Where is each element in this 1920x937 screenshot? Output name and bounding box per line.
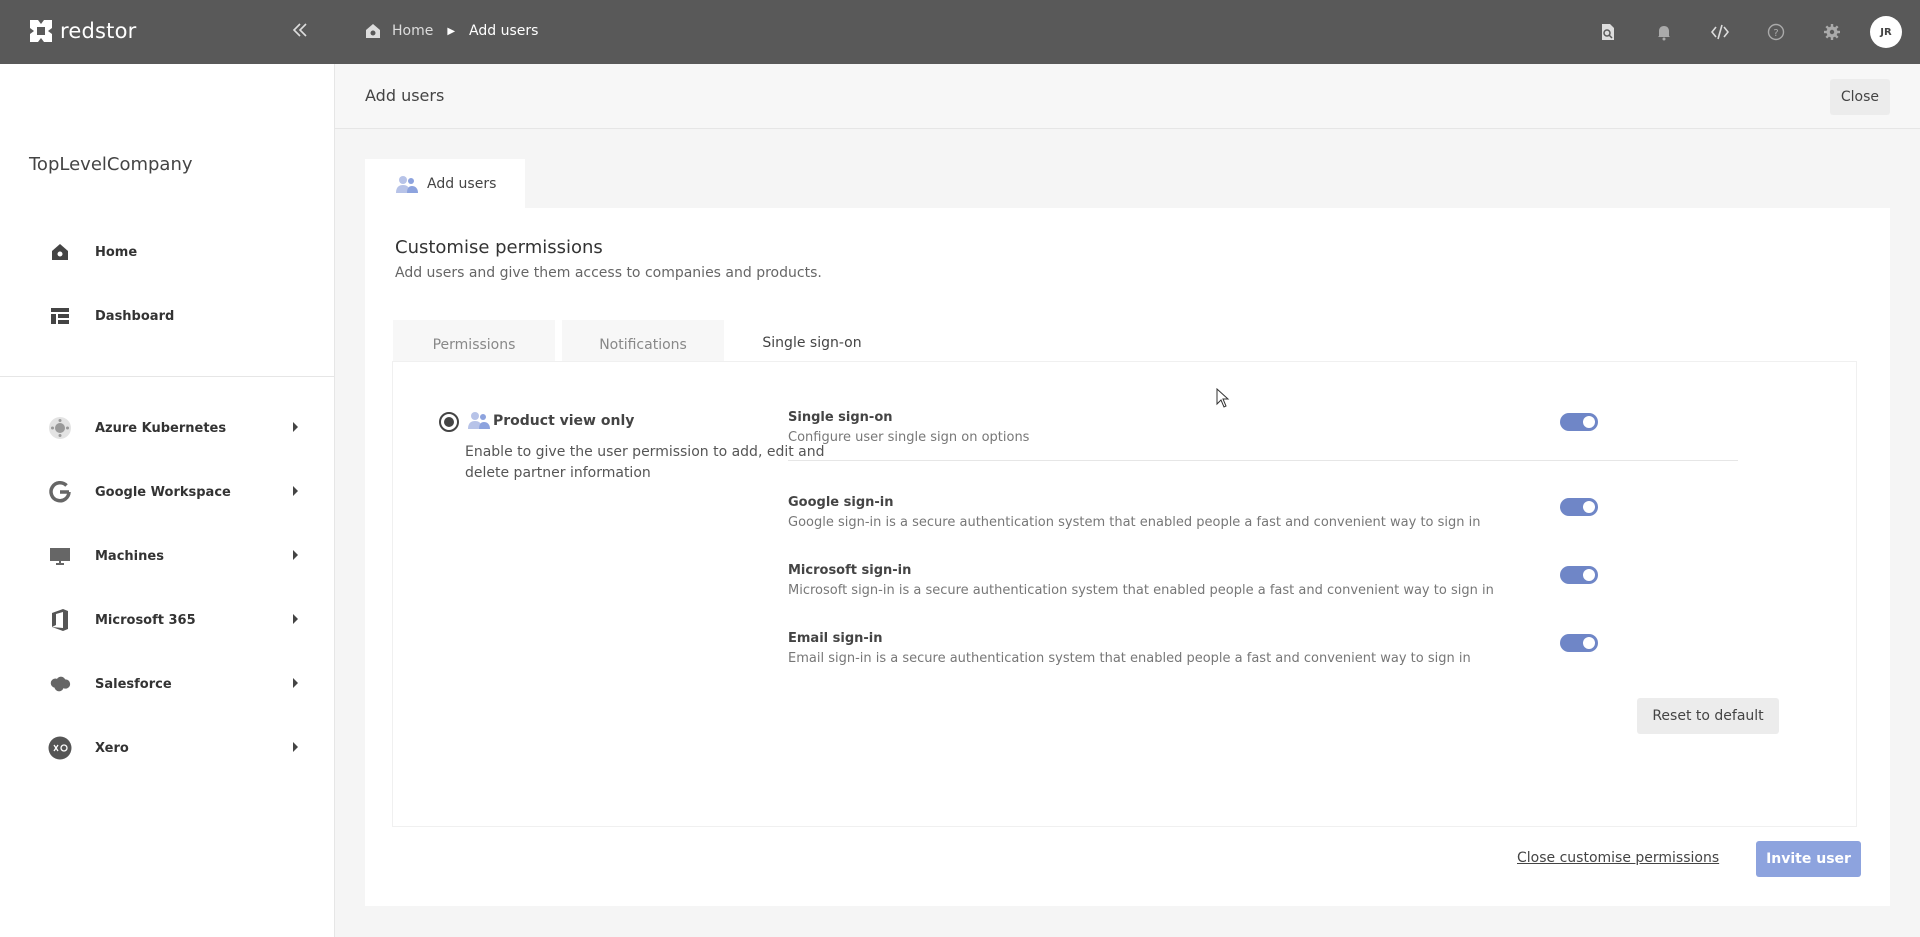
salesforce-icon: [48, 672, 72, 696]
sidebar-item-label: Machines: [95, 548, 164, 564]
product-view-title: Product view only: [493, 413, 635, 429]
company-name: TopLevelCompany: [29, 154, 193, 175]
sidebar-item-dashboard[interactable]: Dashboard: [48, 298, 298, 334]
sidebar-item-machines[interactable]: Machines: [48, 538, 298, 574]
users-icon: [468, 412, 490, 429]
breadcrumb-home-link[interactable]: Home: [392, 23, 433, 39]
tab-label: Permissions: [432, 337, 516, 353]
reset-to-default-button[interactable]: Reset to default: [1637, 698, 1779, 734]
settings-button[interactable]: [1814, 14, 1850, 50]
section-subtitle: Add users and give them access to compan…: [395, 265, 822, 281]
sidebar-item-salesforce[interactable]: Salesforce: [48, 666, 298, 702]
expand-arrow-icon[interactable]: [293, 422, 298, 432]
product-view-only-radio[interactable]: [439, 412, 459, 432]
single-sign-on-panel: Product view only Enable to give the use…: [393, 362, 1856, 826]
sidebar-item-xero[interactable]: Xero: [48, 730, 298, 766]
sidebar-item-label: Salesforce: [95, 676, 172, 692]
xero-icon: [48, 736, 72, 760]
monitor-icon: [48, 544, 72, 568]
home-icon: [48, 240, 72, 264]
top-bar: redstor Home ▶ Add users ? JR: [0, 0, 1920, 64]
chevron-right-icon: ▶: [447, 25, 456, 37]
office-icon: [48, 608, 72, 632]
google-icon: [48, 480, 72, 504]
invite-user-button[interactable]: Invite user: [1756, 841, 1861, 877]
page-title: Add users: [365, 86, 445, 105]
sidebar-item-label: Google Workspace: [95, 484, 231, 500]
sidebar-item-label: Dashboard: [95, 308, 175, 324]
sidebar-divider: [0, 376, 335, 377]
sidebar-item-home[interactable]: Home: [48, 234, 298, 270]
users-icon: [396, 176, 418, 193]
sidebar-item-label: Azure Kubernetes: [95, 420, 227, 436]
user-avatar[interactable]: JR: [1870, 16, 1902, 48]
option-divider: [788, 460, 1738, 461]
gear-icon: [1824, 24, 1840, 40]
sidebar-item-label: Home: [95, 244, 138, 260]
tab-label: Add users: [427, 176, 497, 192]
help-icon: ?: [1767, 23, 1785, 41]
microsoft-sign-in-toggle[interactable]: [1560, 566, 1598, 584]
dashboard-icon: [48, 304, 72, 328]
expand-arrow-icon[interactable]: [293, 678, 298, 688]
tab-label: Single sign-on: [762, 335, 862, 351]
logo-text: redstor: [60, 19, 137, 43]
kubernetes-icon: [48, 416, 72, 440]
google-sign-in-toggle[interactable]: [1560, 498, 1598, 516]
option-description: Google sign-in is a secure authenticatio…: [788, 515, 1481, 530]
tab-add-users[interactable]: Add users: [365, 159, 525, 209]
breadcrumb: Home ▶ Add users: [364, 22, 538, 40]
top-icons: ? JR: [1570, 14, 1902, 50]
customise-permissions-card: Customise permissions Add users and give…: [365, 208, 1890, 906]
section-title: Customise permissions: [395, 237, 603, 258]
product-view-description: Enable to give the user permission to ad…: [465, 444, 825, 481]
sidebar-item-google-workspace[interactable]: Google Workspace: [48, 474, 298, 510]
expand-arrow-icon[interactable]: [293, 486, 298, 496]
notifications-button[interactable]: [1646, 14, 1682, 50]
option-description: Microsoft sign-in is a secure authentica…: [788, 583, 1494, 598]
expand-arrow-icon[interactable]: [293, 614, 298, 624]
email-sign-in-toggle[interactable]: [1560, 634, 1598, 652]
option-description: Configure user single sign on options: [788, 430, 1030, 445]
home-icon: [366, 24, 380, 38]
search-document-button[interactable]: [1590, 14, 1626, 50]
sidebar-item-azure-kubernetes[interactable]: Azure Kubernetes: [48, 410, 298, 446]
bell-icon: [1658, 26, 1670, 41]
sidebar-item-label: Xero: [95, 740, 129, 756]
sidebar-item-label: Microsoft 365: [95, 612, 196, 628]
code-icon: [1711, 24, 1729, 40]
sidebar-item-microsoft-365[interactable]: Microsoft 365: [48, 602, 298, 638]
tab-label: Notifications: [599, 337, 687, 353]
redstor-logo-icon: [28, 18, 54, 44]
close-customise-permissions-link[interactable]: Close customise permissions: [1517, 850, 1719, 866]
help-button[interactable]: ?: [1758, 14, 1794, 50]
close-button[interactable]: Close: [1829, 79, 1890, 115]
search-document-icon: [1602, 24, 1614, 40]
expand-arrow-icon[interactable]: [293, 550, 298, 560]
option-description: Email sign-in is a secure authentication…: [788, 651, 1471, 666]
page-header: Add users Close: [335, 64, 1920, 129]
svg-text:?: ?: [1773, 28, 1778, 39]
expand-arrow-icon[interactable]: [293, 742, 298, 752]
logo[interactable]: redstor: [28, 18, 136, 44]
developer-button[interactable]: [1702, 14, 1738, 50]
double-chevron-left-icon: [292, 23, 307, 37]
mouse-cursor-icon: [1216, 388, 1230, 408]
single-sign-on-toggle[interactable]: [1560, 413, 1598, 431]
collapse-sidebar-button[interactable]: [288, 20, 312, 44]
breadcrumb-current: Add users: [469, 23, 539, 39]
sidebar: TopLevelCompany Home Dashboard Azure Kub…: [0, 64, 335, 937]
